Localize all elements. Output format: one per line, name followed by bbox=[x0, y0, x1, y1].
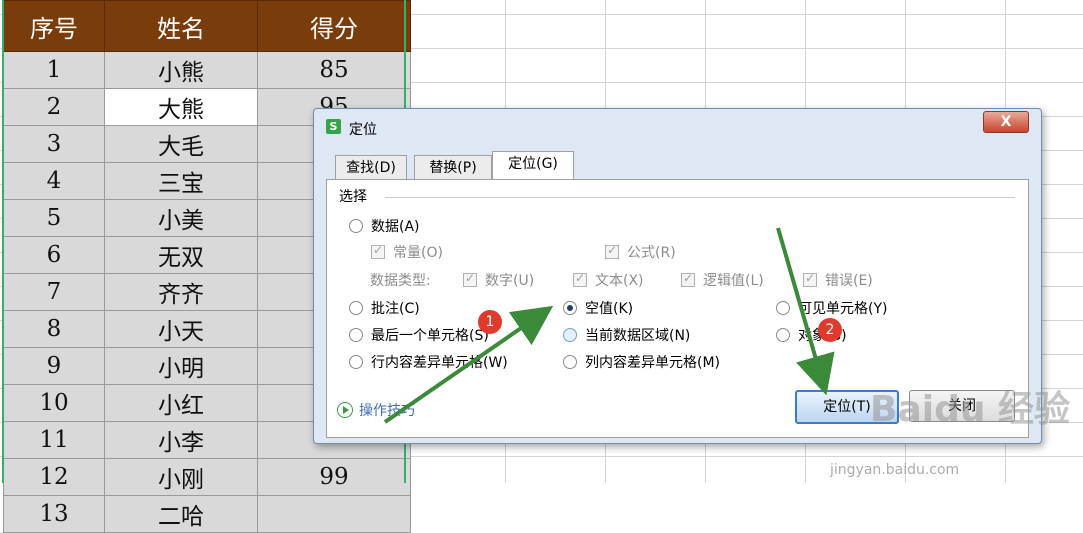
cell[interactable]: 二哈 bbox=[104, 495, 258, 533]
cell[interactable] bbox=[257, 495, 411, 533]
watermark-url: jingyan.baidu.com bbox=[830, 462, 960, 478]
table-row: 13 二哈 bbox=[3, 495, 411, 533]
arrow-to-goto-button bbox=[776, 227, 835, 396]
step-badge-2: 2 bbox=[818, 318, 842, 342]
step-badge-1: 1 bbox=[478, 310, 502, 334]
arrow-to-blank-option bbox=[383, 305, 554, 424]
cell[interactable]: 13 bbox=[3, 495, 105, 533]
watermark-logo: Baidu 经验 bbox=[870, 389, 1071, 430]
